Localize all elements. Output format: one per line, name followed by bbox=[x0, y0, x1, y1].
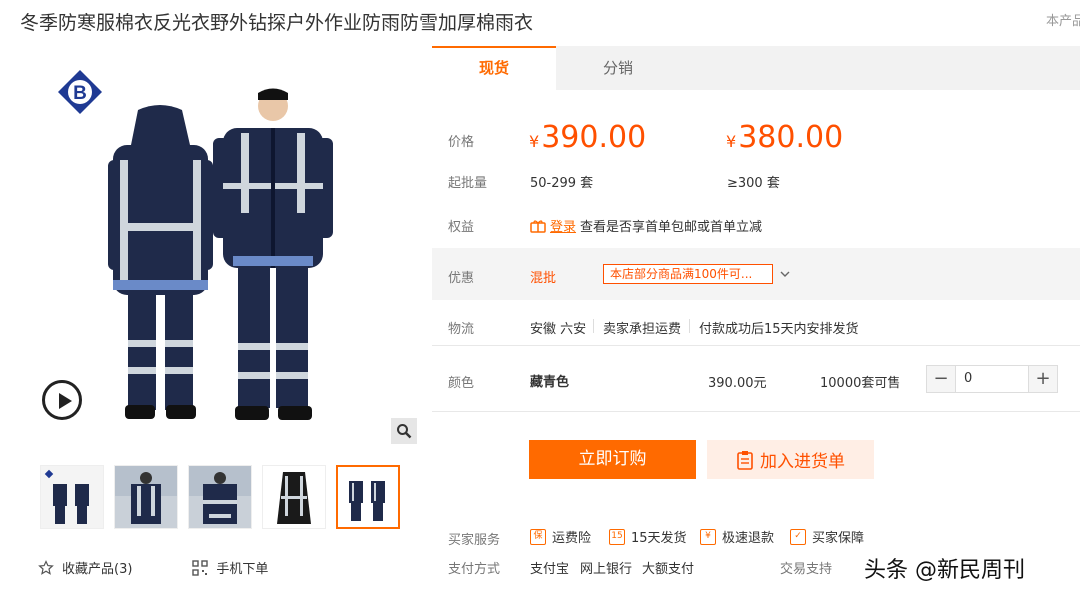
service-15-day-shipping[interactable]: 15 15天发货 bbox=[609, 527, 687, 546]
gallery-actions: 收藏产品(3) 手机下单 bbox=[38, 558, 268, 577]
add-to-cart-button[interactable]: 加入进货单 bbox=[707, 440, 874, 479]
logistics-origin: 安徽 六安 bbox=[530, 322, 587, 337]
benefits-label: 权益 bbox=[448, 220, 475, 235]
price-label: 价格 bbox=[448, 135, 475, 150]
price-tier-1: ¥390.00 bbox=[529, 120, 646, 155]
favorite-link[interactable]: 收藏产品(3) bbox=[38, 558, 132, 577]
service-label: 运费险 bbox=[552, 531, 592, 546]
corner-text: 本产品 bbox=[1046, 14, 1080, 29]
logistics-label: 物流 bbox=[448, 322, 475, 337]
watermark: 头条 @新民周刊 bbox=[864, 558, 1025, 583]
moq-tier-1: 50-299 套 bbox=[530, 176, 594, 191]
increase-button[interactable]: + bbox=[1029, 366, 1057, 392]
benefits-row: 登录 查看是否享首单包邮或首单立减 bbox=[530, 216, 762, 235]
calendar-icon: 15 bbox=[609, 528, 625, 545]
login-link[interactable]: 登录 bbox=[550, 216, 576, 235]
favorite-label: 收藏产品(3) bbox=[62, 562, 133, 577]
product-title: 冬季防寒服棉衣反光衣野外钻探户外作业防雨防雪加厚棉雨衣 bbox=[20, 12, 534, 34]
gift-icon bbox=[530, 219, 546, 233]
thumbnail-2[interactable] bbox=[114, 465, 178, 529]
quantity-stepper: − 0 + bbox=[926, 365, 1058, 393]
benefits-text: 查看是否享首单包邮或首单立减 bbox=[580, 220, 763, 235]
logistics-shipping-fee: 卖家承担运费 bbox=[603, 322, 682, 337]
shield-icon: 保 bbox=[530, 528, 546, 545]
service-label: 极速退款 bbox=[722, 531, 775, 546]
thumbnail-3[interactable] bbox=[188, 465, 252, 529]
color-label: 颜色 bbox=[448, 376, 475, 391]
payment-method-large-amount: 大额支付 bbox=[642, 562, 695, 577]
mobile-order-link[interactable]: 手机下单 bbox=[192, 558, 268, 577]
purchase-mode-tabs: 现货 分销 bbox=[432, 46, 1080, 90]
variant-name: 藏青色 bbox=[530, 375, 570, 390]
service-freight-insurance[interactable]: 保运费险 bbox=[530, 527, 591, 546]
divider bbox=[432, 345, 1080, 346]
trade-support-label: 交易支持 bbox=[780, 562, 833, 577]
thumbnail-5-active[interactable] bbox=[336, 465, 400, 529]
magnifier-icon bbox=[397, 424, 412, 439]
promotion-type: 混批 bbox=[530, 271, 557, 286]
money-bag-icon: ¥ bbox=[700, 528, 716, 545]
svg-text:B: B bbox=[73, 83, 87, 104]
price-tier-2-value: 380.00 bbox=[738, 120, 844, 155]
mobile-order-label: 手机下单 bbox=[216, 562, 269, 577]
service-buyer-protection[interactable]: ✓ 买家保障 bbox=[790, 527, 864, 546]
price-tier-2: ¥380.00 bbox=[726, 120, 843, 155]
star-icon bbox=[38, 559, 54, 575]
qr-code-icon bbox=[192, 559, 209, 576]
moq-tier-2: ≥300 套 bbox=[727, 176, 780, 191]
payment-label: 支付方式 bbox=[448, 562, 501, 577]
service-label: 15天发货 bbox=[631, 531, 687, 546]
currency-symbol: ¥ bbox=[529, 132, 540, 151]
thumbnail-4[interactable] bbox=[262, 465, 326, 529]
tab-in-stock[interactable]: 现货 bbox=[432, 46, 556, 90]
price-tier-1-value: 390.00 bbox=[541, 120, 647, 155]
order-now-button[interactable]: 立即订购 bbox=[529, 440, 696, 479]
divider bbox=[432, 411, 1080, 412]
clipboard-icon bbox=[737, 450, 753, 470]
thumbnail-strip bbox=[40, 465, 400, 529]
payment-method-online-banking: 网上银行 bbox=[580, 562, 633, 577]
logistics-delivery: 付款成功后15天内安排发货 bbox=[699, 322, 859, 337]
chevron-down-icon[interactable] bbox=[779, 269, 791, 279]
quantity-input[interactable]: 0 bbox=[955, 366, 1029, 392]
thumbnail-1[interactable] bbox=[40, 465, 104, 529]
tab-distribution[interactable]: 分销 bbox=[556, 46, 680, 90]
divider bbox=[593, 319, 594, 333]
promotion-text[interactable]: 本店部分商品满100件可... bbox=[603, 264, 773, 284]
play-video-button[interactable] bbox=[42, 380, 82, 420]
variant-price: 390.00元 bbox=[708, 376, 767, 391]
product-photo-front-view bbox=[213, 88, 333, 420]
service-fast-refund[interactable]: ¥ 极速退款 bbox=[700, 527, 774, 546]
decrease-button[interactable]: − bbox=[927, 366, 955, 392]
services-label: 买家服务 bbox=[448, 533, 501, 548]
moq-label: 起批量 bbox=[448, 176, 488, 191]
currency-symbol: ¥ bbox=[726, 132, 737, 151]
divider bbox=[689, 319, 690, 333]
variant-stock: 10000套可售 bbox=[820, 376, 901, 391]
payment-method-alipay: 支付宝 bbox=[530, 562, 570, 577]
brand-logo: B bbox=[58, 70, 102, 114]
zoom-button[interactable] bbox=[391, 418, 417, 444]
promotion-label: 优惠 bbox=[448, 271, 475, 286]
add-to-cart-label: 加入进货单 bbox=[760, 452, 845, 472]
shield-check-icon: ✓ bbox=[790, 528, 806, 545]
main-product-image[interactable]: B bbox=[38, 50, 418, 445]
product-photo-back-view bbox=[108, 105, 213, 419]
service-label: 买家保障 bbox=[812, 531, 865, 546]
